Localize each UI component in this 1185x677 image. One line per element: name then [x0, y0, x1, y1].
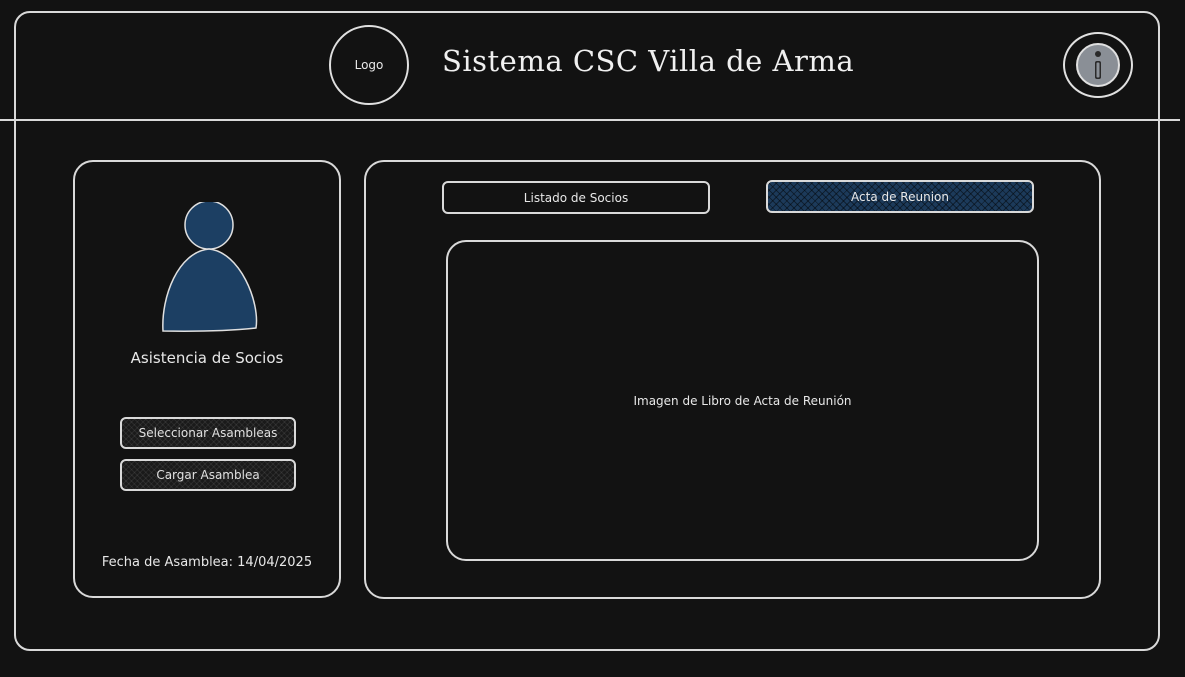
assembly-date: Fecha de Asamblea: 14/04/2025: [101, 555, 313, 570]
attendance-panel: Asistencia de Socios Seleccionar Asamble…: [73, 160, 341, 598]
main-panel: Listado de Socios Acta de Reunion Imagen…: [364, 160, 1101, 599]
select-assemblies-button[interactable]: Seleccionar Asambleas: [120, 417, 296, 449]
info-button[interactable]: [1063, 32, 1133, 98]
load-assembly-button[interactable]: Cargar Asamblea: [120, 459, 296, 491]
minutes-image-placeholder: Imagen de Libro de Acta de Reunión: [446, 240, 1039, 561]
logo-label: Logo: [354, 58, 384, 72]
tab-members-list[interactable]: Listado de Socios: [442, 181, 710, 214]
info-icon: [1076, 43, 1120, 87]
header-divider: [0, 119, 1180, 121]
user-avatar-icon: [162, 202, 258, 332]
logo: Logo: [329, 25, 409, 105]
app-title: Sistema CSC Villa de Arma: [442, 44, 855, 78]
placeholder-label: Imagen de Libro de Acta de Reunión: [633, 393, 852, 408]
panel-title: Asistencia de Socios: [130, 349, 284, 367]
tab-meeting-minutes[interactable]: Acta de Reunion: [766, 180, 1034, 213]
